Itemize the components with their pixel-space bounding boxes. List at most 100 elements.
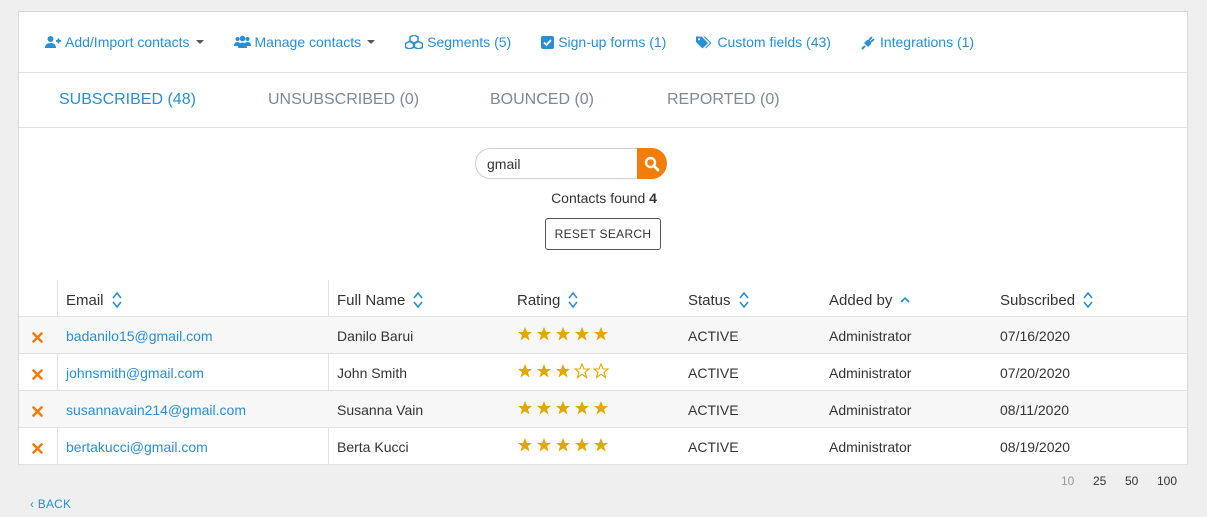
star-filled-icon: [556, 401, 570, 415]
delete-icon[interactable]: [32, 367, 43, 383]
star-filled-icon: [575, 327, 589, 341]
sort-asc-icon: [900, 296, 910, 303]
add-import-label: Add/Import contacts: [65, 34, 190, 50]
checkbox-icon: [541, 35, 555, 49]
tab-unsubscribed[interactable]: UNSUBSCRIBED (0): [268, 91, 419, 109]
header-email-label: Email: [66, 291, 104, 309]
back-link[interactable]: ‹ BACK: [30, 497, 71, 511]
star-filled-icon: [556, 364, 570, 378]
segments-label: Segments (5): [427, 34, 512, 50]
contact-email-link[interactable]: badanilo15@gmail.com: [66, 328, 213, 344]
rating-stars[interactable]: [517, 326, 612, 342]
star-filled-icon: [556, 438, 570, 452]
star-filled-icon: [575, 438, 589, 452]
reset-search-button[interactable]: RESET SEARCH: [545, 218, 661, 250]
rating-stars[interactable]: [517, 363, 612, 379]
header-added-by[interactable]: Added by: [829, 291, 910, 309]
contact-email-link[interactable]: susannavain214@gmail.com: [66, 402, 246, 418]
plug-icon: [861, 35, 875, 50]
page-size-10[interactable]: 10: [1061, 474, 1074, 488]
contact-status: ACTIVE: [688, 328, 739, 344]
page-size-50[interactable]: 50: [1125, 474, 1138, 488]
sort-icon: [413, 291, 423, 309]
sort-icon: [738, 291, 749, 309]
delete-icon[interactable]: [32, 404, 43, 420]
manage-contacts-label: Manage contacts: [254, 34, 362, 50]
contact-added-by: Administrator: [829, 328, 912, 344]
star-filled-icon: [537, 401, 551, 415]
contact-subscribed-date: 07/16/2020: [1000, 328, 1071, 344]
table-header: Email Full Name Rating Status Added by S…: [19, 280, 1187, 317]
rating-stars[interactable]: [517, 400, 612, 416]
search-button[interactable]: [637, 148, 667, 179]
table-row: badanilo15@gmail.com Danilo Barui ACTIVE Ad…: [19, 317, 1187, 354]
integrations-link[interactable]: Integrations (1): [861, 34, 974, 50]
delete-icon[interactable]: [32, 330, 43, 346]
header-email[interactable]: Email: [66, 291, 122, 309]
caret-down-icon: [367, 40, 376, 44]
rating-stars[interactable]: [517, 437, 612, 453]
custom-fields-link[interactable]: Custom fields (43): [696, 34, 831, 50]
sort-icon: [1083, 291, 1093, 309]
contact-full-name: Susanna Vain: [337, 402, 424, 418]
star-filled-icon: [537, 327, 551, 341]
page-size-25[interactable]: 25: [1093, 474, 1106, 488]
contact-full-name: John Smith: [337, 365, 408, 381]
tab-reported[interactable]: REPORTED (0): [667, 91, 780, 109]
contact-email-link[interactable]: johnsmith@gmail.com: [66, 365, 204, 381]
delete-icon[interactable]: [32, 441, 43, 457]
contact-added-by: Administrator: [829, 365, 912, 381]
segments-link[interactable]: Segments (5): [405, 34, 511, 50]
star-filled-icon: [594, 327, 608, 341]
contacts-found-count: 4: [649, 190, 657, 206]
contact-email-link[interactable]: bertakucci@gmail.com: [66, 439, 208, 455]
tags-icon: [696, 36, 712, 48]
contact-added-by: Administrator: [829, 439, 912, 455]
users-icon: [233, 35, 251, 48]
tab-bounced[interactable]: BOUNCED (0): [490, 91, 594, 109]
contact-added-by: Administrator: [829, 402, 912, 418]
header-subscribed-label: Subscribed: [1000, 291, 1076, 309]
header-subscribed[interactable]: Subscribed: [1000, 291, 1093, 309]
star-filled-icon: [594, 438, 608, 452]
contact-subscribed-date: 07/20/2020: [1000, 365, 1071, 381]
star-filled-icon: [594, 401, 608, 415]
star-filled-icon: [518, 364, 532, 378]
contacts-table: Email Full Name Rating Status Added by S…: [19, 280, 1187, 465]
caret-down-icon: [195, 40, 204, 44]
page-size-100[interactable]: 100: [1157, 474, 1177, 488]
table-row: bertakucci@gmail.com Berta Kucci ACTIVE Adm…: [19, 428, 1187, 465]
add-import-contacts-menu[interactable]: Add/Import contacts: [45, 34, 204, 50]
star-filled-icon: [518, 327, 532, 341]
star-filled-icon: [575, 401, 589, 415]
manage-contacts-menu[interactable]: Manage contacts: [233, 34, 376, 50]
toolbar: Add/Import contacts Manage contacts Segm…: [19, 12, 1187, 73]
contact-subscribed-date: 08/11/2020: [1000, 402, 1070, 418]
table-row: susannavain214@gmail.com Susanna Vain ACTI…: [19, 391, 1187, 428]
contacts-panel: Add/Import contacts Manage contacts Segm…: [18, 11, 1188, 465]
contact-status: ACTIVE: [688, 402, 739, 418]
contact-full-name: Berta Kucci: [337, 439, 409, 455]
search-input[interactable]: [475, 148, 645, 179]
header-rating-label: Rating: [517, 291, 561, 309]
star-empty-icon: [593, 363, 609, 379]
contact-subscribed-date: 08/19/2020: [1000, 439, 1071, 455]
header-rating[interactable]: Rating: [517, 291, 578, 309]
tab-subscribed[interactable]: SUBSCRIBED (48): [59, 91, 196, 109]
signup-forms-link[interactable]: Sign-up forms (1): [541, 34, 666, 50]
signup-forms-label: Sign-up forms (1): [558, 34, 667, 50]
search-box: [475, 148, 667, 179]
search-icon: [644, 156, 660, 171]
star-filled-icon: [556, 327, 570, 341]
contact-full-name: Danilo Barui: [337, 328, 414, 344]
header-status[interactable]: Status: [688, 291, 749, 309]
header-status-label: Status: [688, 291, 731, 309]
star-filled-icon: [518, 401, 532, 415]
integrations-label: Integrations (1): [879, 34, 975, 50]
header-added-by-label: Added by: [829, 291, 893, 309]
contacts-found: Contacts found 4: [19, 190, 1189, 206]
table-body: badanilo15@gmail.com Danilo Barui ACTIVE Ad…: [19, 317, 1187, 465]
star-empty-icon: [574, 363, 590, 379]
header-full-name[interactable]: Full Name: [337, 291, 423, 309]
user-plus-icon: [45, 36, 61, 48]
